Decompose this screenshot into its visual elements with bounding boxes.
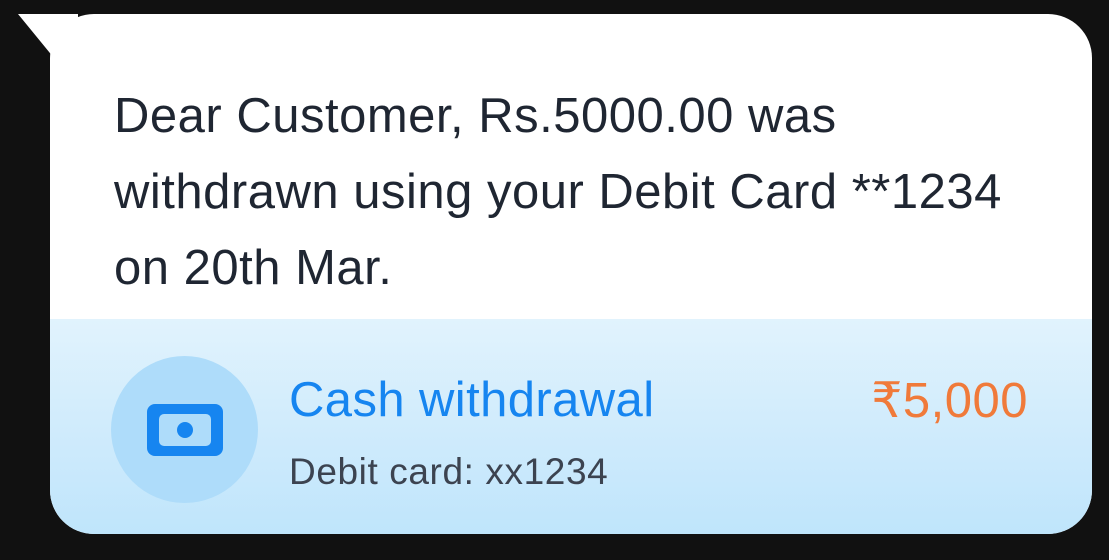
transaction-card-info: Debit card: xx1234: [289, 451, 609, 492]
transaction-amount: ₹5,000: [871, 374, 1028, 428]
sms-message-text: Dear Customer, Rs.5000.00 was withdrawn …: [114, 89, 1002, 295]
transaction-icon-badge: [111, 356, 258, 503]
sms-notification-card: Dear Customer, Rs.5000.00 was withdrawn …: [0, 0, 1109, 560]
message-bubble[interactable]: Dear Customer, Rs.5000.00 was withdrawn …: [50, 14, 1092, 534]
banknote-icon: [147, 404, 223, 456]
transaction-title: Cash withdrawal: [289, 373, 655, 427]
transaction-summary[interactable]: Cash withdrawal Debit card: xx1234 ₹5,00…: [50, 319, 1092, 534]
